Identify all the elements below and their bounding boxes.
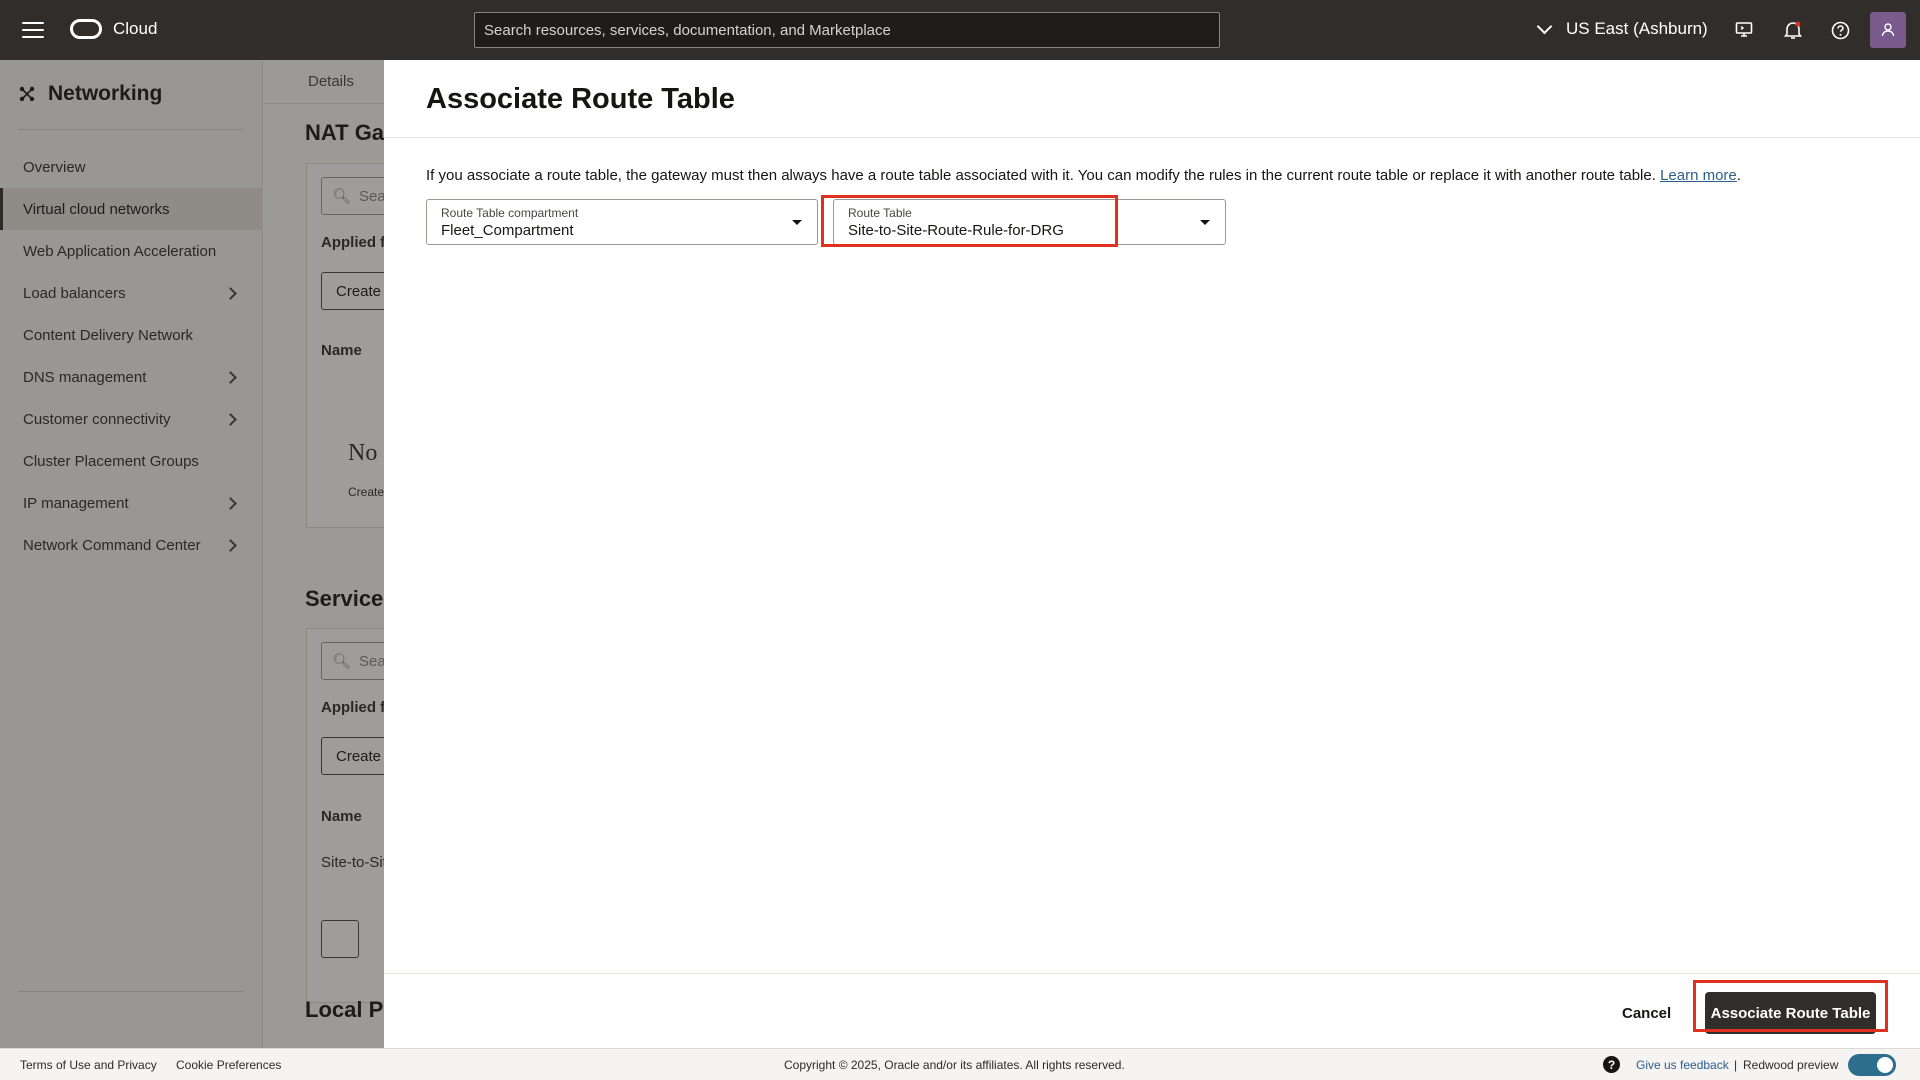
panel-divider xyxy=(384,137,1920,138)
route-table-compartment-select[interactable]: Route Table compartment Fleet_Compartmen… xyxy=(426,199,818,245)
footer: Terms of Use and Privacy Cookie Preferen… xyxy=(0,1048,1920,1080)
cloud-shell-icon[interactable] xyxy=(1733,19,1755,41)
route-table-select[interactable]: Route Table Site-to-Site-Route-Rule-for-… xyxy=(833,199,1226,245)
learn-more-link[interactable]: Learn more xyxy=(1660,167,1737,184)
panel-footer-divider xyxy=(384,973,1920,974)
caret-down-icon xyxy=(1200,220,1210,225)
help-icon[interactable] xyxy=(1829,19,1851,41)
panel-title: Associate Route Table xyxy=(426,83,735,115)
user-icon xyxy=(1881,23,1895,37)
menu-icon[interactable] xyxy=(22,19,44,41)
terms-link[interactable]: Terms of Use and Privacy xyxy=(20,1058,157,1072)
redwood-preview-toggle[interactable] xyxy=(1848,1054,1896,1076)
brand-name[interactable]: Cloud xyxy=(113,19,157,39)
description-text: If you associate a route table, the gate… xyxy=(426,167,1656,184)
compartment-value: Fleet_Compartment xyxy=(441,222,574,239)
region-selector[interactable]: US East (Ashburn) xyxy=(1536,18,1708,39)
route-table-label: Route Table xyxy=(848,206,912,220)
top-bar: Cloud Search resources, services, docume… xyxy=(0,0,1920,60)
notifications-bell-icon[interactable] xyxy=(1782,19,1804,41)
search-input[interactable]: Search resources, services, documentatio… xyxy=(474,12,1220,48)
region-label: US East (Ashburn) xyxy=(1566,19,1708,38)
chevron-down-icon xyxy=(1536,18,1553,34)
cancel-button[interactable]: Cancel xyxy=(1622,993,1671,1033)
copyright-text: Copyright © 2025, Oracle and/or its affi… xyxy=(784,1058,1125,1072)
caret-down-icon xyxy=(792,220,802,225)
user-avatar[interactable] xyxy=(1870,12,1906,48)
feedback-link[interactable]: Give us feedback xyxy=(1636,1058,1729,1072)
route-table-value: Site-to-Site-Route-Rule-for-DRG xyxy=(848,222,1064,239)
cookie-preferences-link[interactable]: Cookie Preferences xyxy=(176,1058,281,1072)
redwood-preview-label: Redwood preview xyxy=(1743,1058,1839,1072)
associate-route-table-button[interactable]: Associate Route Table xyxy=(1705,992,1876,1034)
associate-route-table-panel: Associate Route Table If you associate a… xyxy=(384,60,1920,1048)
help-icon[interactable]: ? xyxy=(1603,1056,1620,1073)
panel-description: If you associate a route table, the gate… xyxy=(426,167,1741,184)
modal-overlay[interactable] xyxy=(0,60,384,1048)
oracle-logo-icon[interactable] xyxy=(70,19,102,39)
compartment-label: Route Table compartment xyxy=(441,206,579,220)
search-placeholder: Search resources, services, documentatio… xyxy=(484,21,891,39)
footer-separator: | xyxy=(1734,1058,1738,1072)
